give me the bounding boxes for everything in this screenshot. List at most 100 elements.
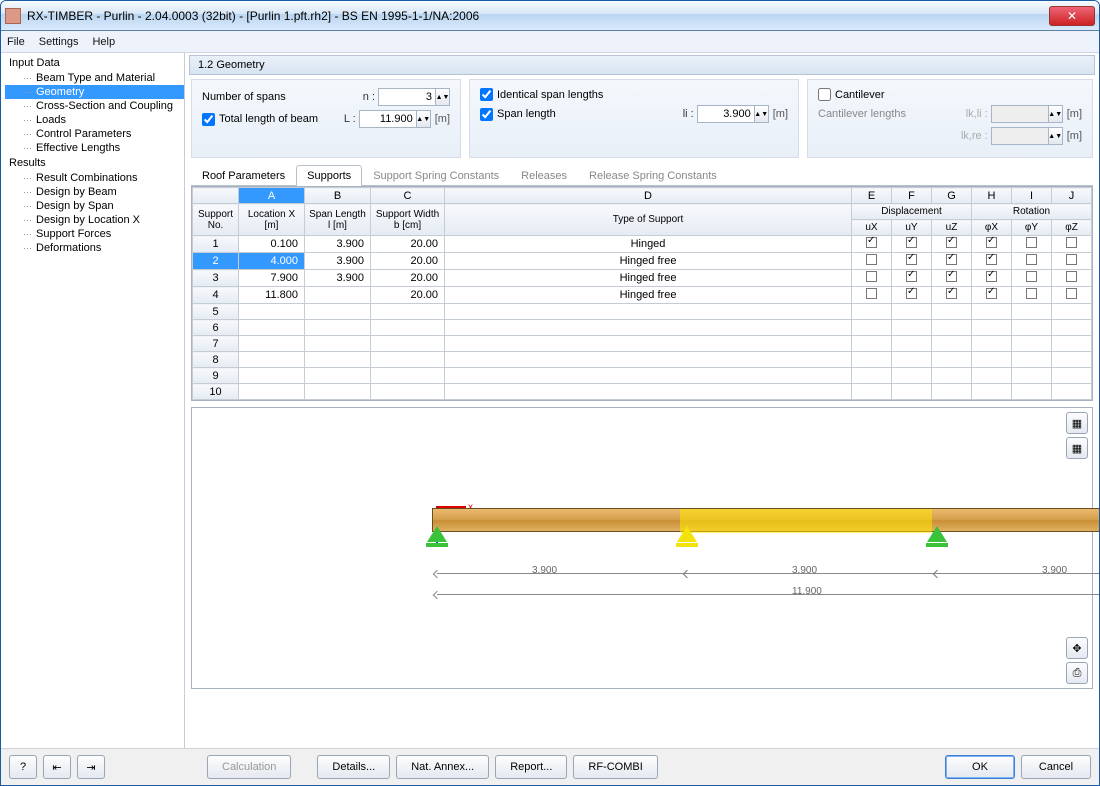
cell-check[interactable] <box>852 287 892 304</box>
ok-button[interactable]: OK <box>945 755 1015 779</box>
cell-check[interactable] <box>892 320 932 336</box>
cell-check[interactable] <box>1012 336 1052 352</box>
col-i[interactable]: I <box>1012 188 1052 204</box>
cell[interactable]: Hinged <box>445 236 852 253</box>
cell-check[interactable] <box>892 253 932 270</box>
cell[interactable] <box>445 320 852 336</box>
row-number[interactable]: 5 <box>193 304 239 320</box>
cell-check[interactable] <box>892 270 932 287</box>
cell[interactable] <box>305 304 371 320</box>
cell-check[interactable] <box>932 352 972 368</box>
cell-check[interactable] <box>852 270 892 287</box>
cell-check[interactable] <box>932 320 972 336</box>
cell[interactable] <box>305 368 371 384</box>
total-spinner[interactable]: ▲▼ <box>417 110 431 128</box>
col-a[interactable]: A <box>239 188 305 204</box>
head-ux[interactable]: uX <box>852 220 892 236</box>
tree-item-geometry[interactable]: Geometry <box>5 85 184 99</box>
cell[interactable] <box>305 336 371 352</box>
cell-check[interactable] <box>852 368 892 384</box>
rf-combi-button[interactable]: RF-COMBI <box>573 755 657 779</box>
tree-item-control-parameters[interactable]: Control Parameters <box>5 127 184 141</box>
cell-check[interactable] <box>892 236 932 253</box>
tree-group-input[interactable]: Input Data <box>5 55 184 71</box>
cell[interactable] <box>305 352 371 368</box>
cell-check[interactable] <box>932 336 972 352</box>
cell[interactable] <box>239 352 305 368</box>
span-spinner[interactable]: ▲▼ <box>755 105 769 123</box>
cell-check[interactable] <box>932 253 972 270</box>
cell[interactable] <box>305 320 371 336</box>
tree-item-deformations[interactable]: Deformations <box>5 241 184 255</box>
cell-check[interactable] <box>972 320 1012 336</box>
viewer-btn-1[interactable]: ▦ <box>1066 412 1088 434</box>
nat-annex-button[interactable]: Nat. Annex... <box>396 755 489 779</box>
cell-check[interactable] <box>972 253 1012 270</box>
head-uz[interactable]: uZ <box>932 220 972 236</box>
close-button[interactable]: ✕ <box>1049 6 1095 26</box>
row-number[interactable]: 6 <box>193 320 239 336</box>
cell[interactable] <box>445 368 852 384</box>
head-rot-group[interactable]: Rotation <box>972 204 1092 220</box>
cell-check[interactable] <box>932 287 972 304</box>
viewer-btn-2[interactable]: ▦ <box>1066 437 1088 459</box>
cell-check[interactable] <box>1012 384 1052 400</box>
row-number[interactable]: 3 <box>193 270 239 287</box>
cell-check[interactable] <box>972 287 1012 304</box>
head-support-width[interactable]: Support Width b [cm] <box>371 204 445 236</box>
cell[interactable]: 0.100 <box>239 236 305 253</box>
cell-check[interactable] <box>1052 287 1092 304</box>
cell-check[interactable] <box>1012 368 1052 384</box>
spans-spinner[interactable]: ▲▼ <box>436 88 450 106</box>
cell[interactable]: 20.00 <box>371 270 445 287</box>
col-c[interactable]: C <box>371 188 445 204</box>
viewer-print-button[interactable]: ⎙ <box>1066 662 1088 684</box>
head-py[interactable]: φY <box>1012 220 1052 236</box>
cell-check[interactable] <box>1052 236 1092 253</box>
cell-check[interactable] <box>852 352 892 368</box>
calculation-button[interactable]: Calculation <box>207 755 291 779</box>
prev-button[interactable]: ⇤ <box>43 755 71 779</box>
head-support-no[interactable]: Support No. <box>193 204 239 236</box>
cell-check[interactable] <box>1012 236 1052 253</box>
cell-check[interactable] <box>972 304 1012 320</box>
help-button[interactable]: ? <box>9 755 37 779</box>
head-uy[interactable]: uY <box>892 220 932 236</box>
cell-check[interactable] <box>1052 253 1092 270</box>
next-button[interactable]: ⇥ <box>77 755 105 779</box>
cell[interactable] <box>305 384 371 400</box>
cell[interactable] <box>445 352 852 368</box>
cell-check[interactable] <box>1012 352 1052 368</box>
col-h[interactable]: H <box>972 188 1012 204</box>
menu-help[interactable]: Help <box>92 36 115 48</box>
cell-check[interactable] <box>972 352 1012 368</box>
beam-viewer[interactable]: ▦ ▦ ✥ ⎙ x z 3.900 3.900 <box>191 407 1093 689</box>
tree-item-design-by-location[interactable]: Design by Location X <box>5 213 184 227</box>
col-b[interactable]: B <box>305 188 371 204</box>
cell-check[interactable] <box>972 270 1012 287</box>
total-length-checkbox[interactable] <box>202 113 215 126</box>
cell[interactable] <box>239 336 305 352</box>
cell[interactable] <box>371 352 445 368</box>
cell[interactable] <box>445 304 852 320</box>
cell[interactable]: 3.900 <box>305 253 371 270</box>
span-length-input[interactable] <box>697 105 755 123</box>
cell[interactable]: Hinged free <box>445 253 852 270</box>
cell-check[interactable] <box>892 352 932 368</box>
tree-item-cross-section[interactable]: Cross-Section and Coupling <box>5 99 184 113</box>
row-number[interactable]: 4 <box>193 287 239 304</box>
viewer-fit-button[interactable]: ✥ <box>1066 637 1088 659</box>
cell-check[interactable] <box>932 368 972 384</box>
tree-item-support-forces[interactable]: Support Forces <box>5 227 184 241</box>
tree-item-beam-type[interactable]: Beam Type and Material <box>5 71 184 85</box>
cell-check[interactable] <box>852 336 892 352</box>
cell-check[interactable] <box>932 270 972 287</box>
col-g[interactable]: G <box>932 188 972 204</box>
tab-roof-parameters[interactable]: Roof Parameters <box>191 165 296 186</box>
head-type[interactable]: Type of Support <box>445 204 852 236</box>
cell-check[interactable] <box>932 304 972 320</box>
cell[interactable] <box>305 287 371 304</box>
cell[interactable]: 7.900 <box>239 270 305 287</box>
cell-check[interactable] <box>1012 270 1052 287</box>
cell[interactable] <box>239 304 305 320</box>
